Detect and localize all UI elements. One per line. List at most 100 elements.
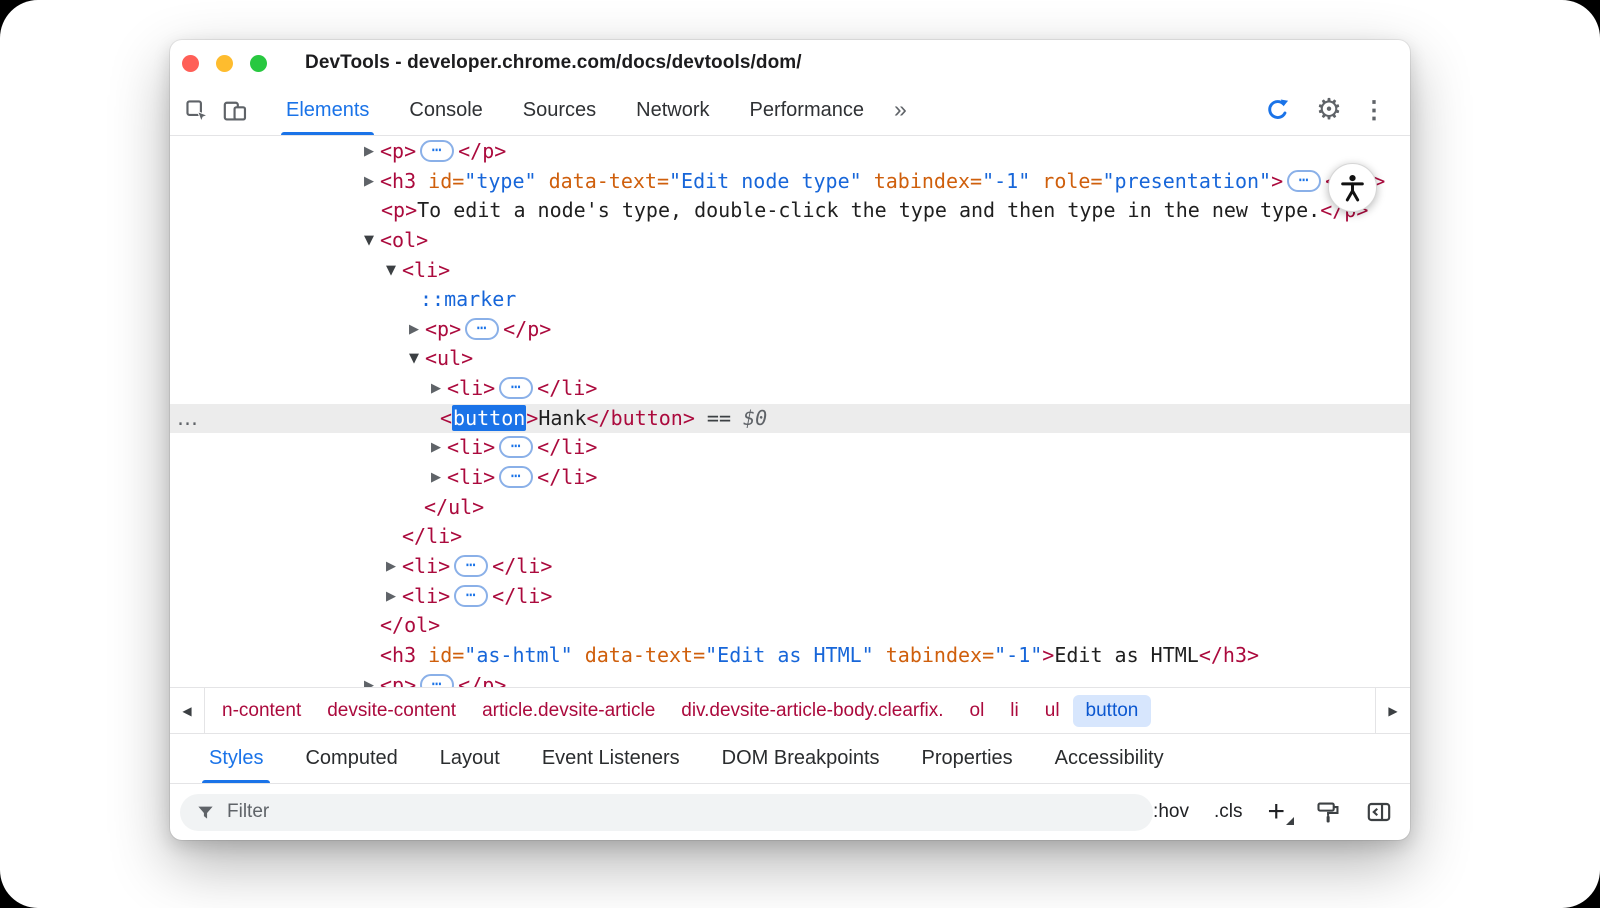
dom-node-row[interactable]: <h3 id="as-html" data-text="Edit as HTML… (170, 641, 1410, 671)
dom-node-row[interactable]: ▶<li>⋯</li> (170, 374, 1410, 404)
expand-ellipsis-icon[interactable]: ⋯ (454, 555, 488, 577)
node-menu-ellipsis-icon[interactable]: … (177, 404, 199, 434)
tab-properties[interactable]: Properties (901, 734, 1034, 783)
dom-node-row[interactable]: ▼<li> (170, 256, 1410, 286)
expand-arrow-icon[interactable]: ▶ (382, 582, 400, 612)
inspect-element-icon[interactable] (180, 94, 214, 128)
breadcrumb-scroll-left-icon[interactable]: ◀ (170, 688, 205, 733)
code-token-tag: </p> (503, 317, 551, 341)
devtools-toolbar: ElementsConsoleSourcesNetworkPerformance… (170, 86, 1410, 136)
breadcrumb-item-ol[interactable]: ol (957, 695, 998, 727)
breadcrumb-item-div-devsite-article-body-clearfix-[interactable]: div.devsite-article-body.clearfix. (668, 695, 956, 727)
ellipsis-dots: ⋯ (1299, 172, 1310, 188)
tab-styles[interactable]: Styles (188, 734, 284, 783)
breadcrumb-item-li[interactable]: li (997, 695, 1031, 727)
code-token-tag: > (1271, 169, 1283, 193)
expand-ellipsis-icon[interactable]: ⋯ (499, 466, 533, 488)
code-token-tag: <p> (380, 673, 416, 687)
dom-node-row[interactable]: ▼<ol> (170, 226, 1410, 256)
expand-ellipsis-icon[interactable]: ⋯ (420, 140, 454, 162)
expand-ellipsis-icon[interactable]: ⋯ (1287, 170, 1321, 192)
code-token-val: "-1" (982, 169, 1030, 193)
tab-computed[interactable]: Computed (284, 734, 418, 783)
breadcrumb-item-n-content[interactable]: n-content (209, 695, 314, 727)
tab-sources[interactable]: Sources (508, 86, 611, 135)
tab-console[interactable]: Console (394, 86, 497, 135)
dom-node-row[interactable]: </ul> (170, 493, 1410, 523)
tab-accessibility[interactable]: Accessibility (1034, 734, 1185, 783)
device-toolbar-icon[interactable] (218, 94, 252, 128)
dom-node-row[interactable]: ▶<p>⋯</p> (170, 315, 1410, 345)
code-token-tag: <li> (447, 435, 495, 459)
expand-ellipsis-icon[interactable]: ⋯ (499, 377, 533, 399)
collapse-arrow-icon[interactable]: ▼ (360, 226, 378, 256)
expand-arrow-icon[interactable]: ▶ (360, 137, 378, 167)
toggle-sidebar-icon[interactable] (1366, 799, 1392, 825)
dom-node-row[interactable]: </li> (170, 522, 1410, 552)
dom-node-row[interactable]: ::marker (170, 285, 1410, 315)
ellipsis-dots: ⋯ (466, 557, 477, 573)
filter-bar-actions: :hov .cls + (1153, 797, 1392, 827)
expand-arrow-icon[interactable]: ▶ (360, 167, 378, 197)
minimize-window-button[interactable] (216, 55, 233, 72)
dom-node-row[interactable]: ▶<li>⋯</li> (170, 582, 1410, 612)
dom-node-row[interactable]: ▶<h3 id="type" data-text="Edit node type… (170, 167, 1410, 197)
expand-arrow-icon[interactable]: ▶ (405, 315, 423, 345)
maximize-window-button[interactable] (250, 55, 267, 72)
code-token-tag: > (526, 406, 538, 430)
dom-node-row[interactable]: ▶<li>⋯</li> (170, 463, 1410, 493)
dom-node-row[interactable]: ▶<p>⋯</p> (170, 137, 1410, 167)
expand-arrow-icon[interactable]: ▶ (382, 552, 400, 582)
close-window-button[interactable] (182, 55, 199, 72)
tab-event-listeners[interactable]: Event Listeners (521, 734, 701, 783)
filter-input[interactable] (225, 800, 1137, 824)
filter-input-wrapper[interactable] (180, 794, 1153, 831)
ellipsis-dots: ⋯ (466, 587, 477, 603)
dom-node-row[interactable]: ▶<li>⋯</li> (170, 433, 1410, 463)
code-token-attr: id= (416, 169, 464, 193)
dom-node-row[interactable]: ▶<p> ⋯ </p> (170, 671, 1410, 687)
tab-performance[interactable]: Performance (735, 86, 880, 135)
code-token-tag: <p> (381, 198, 417, 222)
dom-node-row[interactable]: </ol> (170, 611, 1410, 641)
tab-dom-breakpoints[interactable]: DOM Breakpoints (701, 734, 901, 783)
breadcrumb-item-article-devsite-article[interactable]: article.devsite-article (469, 695, 668, 727)
ellipsis-dots: ⋯ (511, 438, 522, 454)
expand-ellipsis-icon[interactable]: ⋯ (454, 585, 488, 607)
kebab-menu-icon[interactable]: ⋮ (1362, 99, 1386, 123)
expand-ellipsis-icon[interactable]: ⋯ (420, 674, 454, 687)
expand-arrow-icon[interactable]: ▶ (427, 433, 445, 463)
breadcrumb-item-devsite-content[interactable]: devsite-content (314, 695, 469, 727)
code-token-attr: role= (1030, 169, 1102, 193)
dom-node-row[interactable]: …<button>Hank</button> == $0 (170, 404, 1410, 434)
expand-arrow-icon[interactable]: ▶ (427, 374, 445, 404)
code-token-tag: </p> (458, 673, 506, 687)
code-token-tag: </li> (537, 376, 597, 400)
dom-node-row[interactable]: ▶<li>⋯</li> (170, 552, 1410, 582)
code-token-tag: <li> (447, 376, 495, 400)
toggle-element-state-button[interactable]: :hov (1153, 801, 1189, 823)
more-tabs-chevron-icon[interactable]: » (894, 96, 907, 123)
refresh-icon[interactable] (1260, 94, 1294, 128)
code-token-tag: </ol> (380, 613, 440, 637)
dom-node-row[interactable]: ▼<ul> (170, 344, 1410, 374)
code-token-marker: ::marker (420, 287, 516, 311)
expand-ellipsis-icon[interactable]: ⋯ (499, 436, 533, 458)
tab-layout[interactable]: Layout (419, 734, 521, 783)
new-style-rule-button[interactable]: + (1267, 797, 1291, 827)
code-token-txt: Hank (538, 406, 586, 430)
expand-ellipsis-icon[interactable]: ⋯ (465, 318, 499, 340)
breadcrumb-item-button[interactable]: button (1073, 695, 1152, 727)
element-classes-button[interactable]: .cls (1214, 801, 1243, 823)
breadcrumb-scroll-right-icon[interactable]: ▶ (1375, 688, 1410, 733)
settings-gear-icon[interactable]: ⚙ (1316, 96, 1342, 125)
collapse-arrow-icon[interactable]: ▼ (382, 256, 400, 286)
breadcrumb-item-ul[interactable]: ul (1032, 695, 1073, 727)
dom-node-row[interactable]: <p>To edit a node's type, double-click t… (170, 196, 1410, 226)
expand-arrow-icon[interactable]: ▶ (427, 463, 445, 493)
tab-elements[interactable]: Elements (271, 86, 384, 135)
paint-roller-icon[interactable] (1316, 800, 1341, 825)
tab-network[interactable]: Network (621, 86, 724, 135)
expand-arrow-icon[interactable]: ▶ (360, 671, 378, 687)
collapse-arrow-icon[interactable]: ▼ (405, 344, 423, 374)
